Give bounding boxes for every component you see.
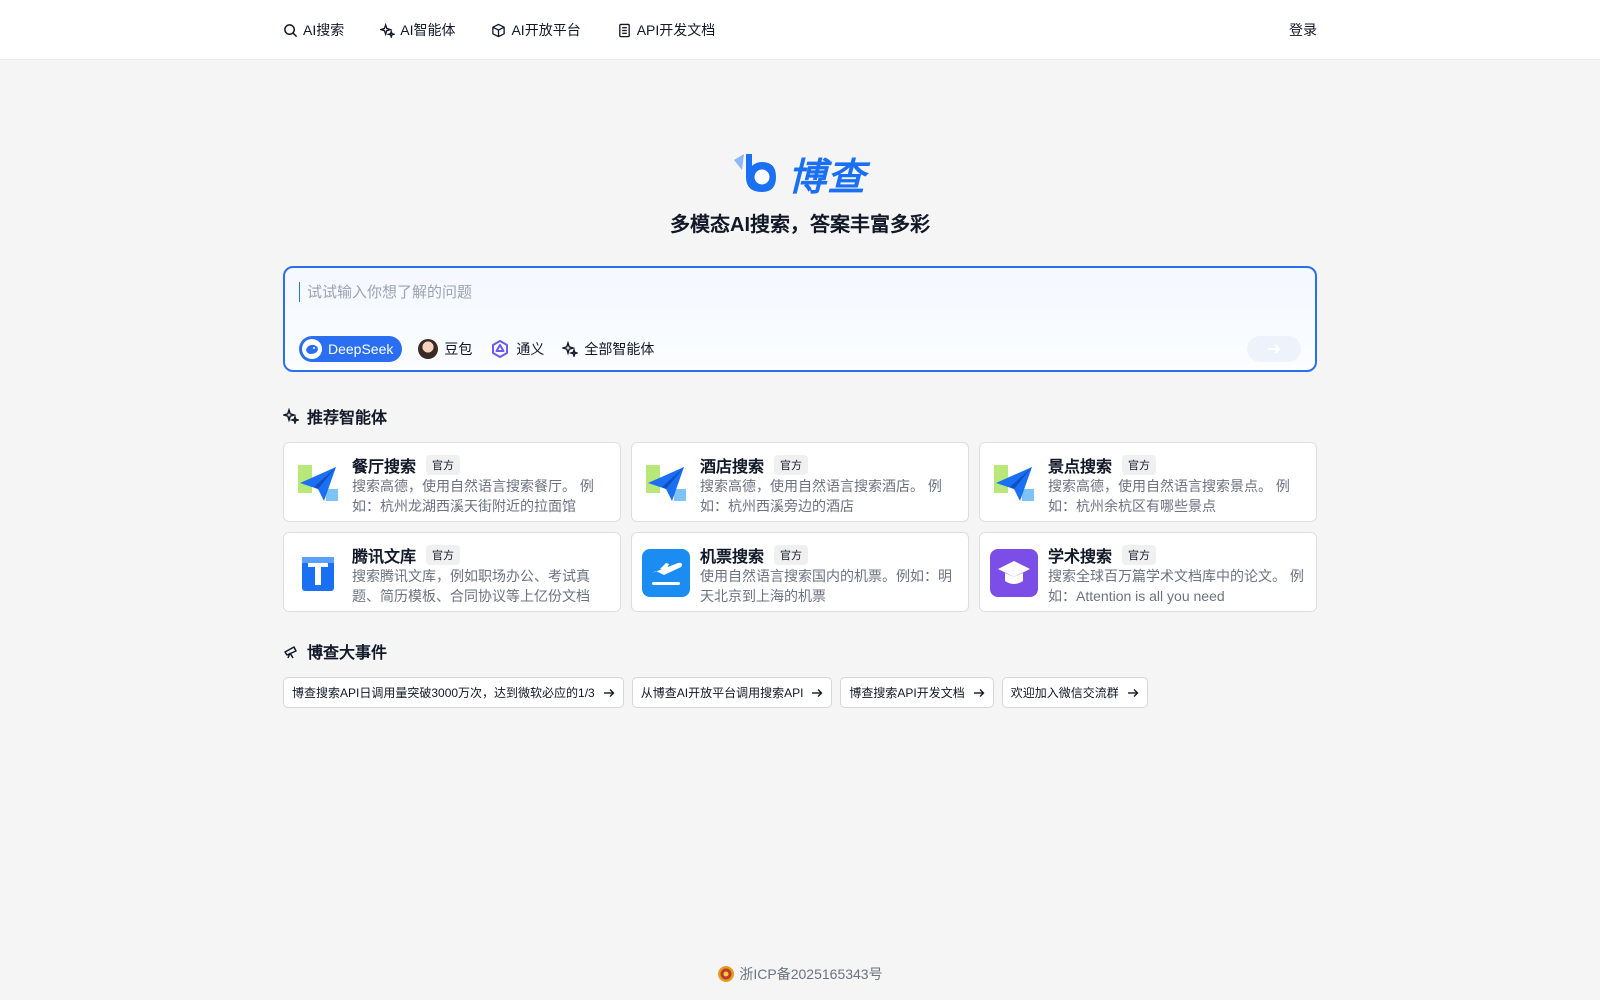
agent-card-restaurant[interactable]: 餐厅搜索 官方 搜索高德，使用自然语言搜索餐厅。 例如：杭州龙湖西溪天街附近的拉… — [283, 442, 621, 522]
brand-logo-text: 博查 — [788, 157, 867, 199]
model-all-agents-label: 全部智能体 — [584, 341, 655, 357]
agent-card-flight[interactable]: 机票搜索 官方 使用自然语言搜索国内的机票。例如：明天北京到上海的机票 — [631, 532, 969, 612]
official-badge: 官方 — [774, 545, 809, 565]
sparkles-icon — [562, 341, 579, 357]
search-icon — [284, 23, 298, 37]
arrow-right-icon — [1268, 344, 1281, 354]
model-tongyi-label: 通义 — [516, 341, 545, 357]
recommended-agents-heading: 推荐智能体 — [283, 404, 387, 428]
model-doubao[interactable]: 豆包 — [416, 336, 474, 362]
event-link[interactable]: 欢迎加入微信交流群 — [1001, 677, 1148, 708]
bocha-logo-icon — [734, 153, 776, 192]
agent-card-desc: 搜索高德，使用自然语言搜索景点。 例如：杭州余杭区有哪些景点 — [1048, 478, 1290, 514]
agent-card-title: 腾讯文库 — [352, 549, 417, 566]
paper-plane-icon — [646, 465, 686, 501]
nav-api-docs-label: API开发文档 — [636, 22, 716, 38]
sparkles-icon — [283, 408, 299, 424]
deepseek-icon — [302, 339, 322, 359]
agent-card-desc: 使用自然语言搜索国内的机票。例如：明天北京到上海的机票 — [700, 568, 952, 604]
official-badge: 官方 — [1122, 455, 1157, 475]
event-link[interactable]: 博查搜索API开发文档 — [840, 677, 994, 708]
event-link-label: 博查搜索API日调用量突破3000万次，达到微软必应的1/3 — [292, 686, 595, 700]
recommended-agents-title: 推荐智能体 — [307, 410, 388, 427]
events-heading: 博查大事件 — [283, 639, 387, 663]
model-deepseek-label: DeepSeek — [328, 341, 394, 357]
arrow-right-icon — [603, 688, 615, 697]
text-caret — [299, 282, 300, 302]
event-link-label: 从博查AI开放平台调用搜索API — [640, 686, 804, 700]
agent-card-title-row: 酒店搜索 官方 — [700, 453, 809, 477]
doubao-avatar-icon — [418, 339, 439, 359]
nav-ai-platform-label: AI开放平台 — [511, 22, 581, 38]
nav-ai-agents[interactable]: AI智能体 — [380, 20, 455, 40]
agent-card-attraction[interactable]: 景点搜索 官方 搜索高德，使用自然语言搜索景点。 例如：杭州余杭区有哪些景点 — [979, 442, 1317, 522]
graduation-cap-icon — [990, 549, 1038, 597]
agent-card-title-row: 学术搜索 官方 — [1048, 543, 1157, 567]
agent-card-tencent-docs[interactable]: 腾讯文库 官方 搜索腾讯文库，例如职场办公、考试真题、简历模板、合同协议等上亿份… — [283, 532, 621, 612]
agent-card-title: 酒店搜索 — [700, 459, 765, 476]
agent-card-title-row: 餐厅搜索 官方 — [352, 453, 461, 477]
agent-card-title: 餐厅搜索 — [352, 459, 417, 476]
model-all-agents[interactable]: 全部智能体 — [560, 336, 656, 362]
official-badge: 官方 — [774, 455, 809, 475]
nav-ai-agents-label: AI智能体 — [400, 22, 456, 38]
paper-plane-icon — [298, 465, 338, 501]
airplane-icon — [642, 549, 690, 597]
agent-card-desc: 搜索高德，使用自然语言搜索餐厅。 例如：杭州龙湖西溪天街附近的拉面馆 — [352, 478, 594, 514]
official-badge: 官方 — [1122, 545, 1157, 565]
top-navbar: AI搜索 AI智能体 AI开放平台 API开发文档 登录 — [0, 0, 1600, 60]
official-badge: 官方 — [426, 545, 461, 565]
main-nav: AI搜索 AI智能体 AI开放平台 API开发文档 — [283, 20, 715, 40]
icp-link[interactable]: 浙ICP备2025165343号 — [739, 964, 882, 984]
agent-card-desc: 搜索腾讯文库，例如职场办公、考试真题、简历模板、合同协议等上亿份文档 — [352, 568, 590, 604]
nav-ai-search-label: AI搜索 — [303, 22, 345, 38]
document-icon — [618, 23, 630, 37]
agent-card-hotel[interactable]: 酒店搜索 官方 搜索高德，使用自然语言搜索酒店。 例如：杭州西溪旁边的酒店 — [631, 442, 969, 522]
login-link[interactable]: 登录 — [1289, 20, 1317, 40]
agent-card-academic[interactable]: 学术搜索 官方 搜索全球百万篇学术文档库中的论文。 例如：Attention i… — [979, 532, 1317, 612]
agent-card-title-row: 机票搜索 官方 — [700, 543, 809, 567]
agent-card-title: 学术搜索 — [1048, 549, 1113, 566]
events-list: 博查搜索API日调用量突破3000万次，达到微软必应的1/3 从博查AI开放平台… — [283, 677, 1148, 708]
telescope-icon — [284, 646, 297, 659]
model-doubao-label: 豆包 — [444, 341, 473, 357]
agent-cards: 餐厅搜索 官方 搜索高德，使用自然语言搜索餐厅。 例如：杭州龙湖西溪天街附近的拉… — [283, 442, 1317, 612]
cube-icon — [492, 23, 506, 37]
arrow-right-icon — [1127, 688, 1139, 697]
tongyi-icon — [492, 340, 509, 358]
agent-card-title: 景点搜索 — [1048, 459, 1113, 476]
slogan: 多模态AI搜索，答案丰富多彩 — [670, 214, 930, 236]
search-box: DeepSeek 豆包 通义 全部智能体 — [283, 266, 1317, 372]
footer: 浙ICP备2025165343号 — [0, 964, 1600, 984]
sparkles-icon — [380, 22, 396, 38]
nav-api-docs[interactable]: API开发文档 — [617, 20, 716, 40]
agent-card-title: 机票搜索 — [700, 549, 765, 566]
event-link-label: 博查搜索API开发文档 — [849, 686, 965, 700]
arrow-right-icon — [812, 688, 823, 697]
search-input[interactable] — [307, 278, 1287, 306]
event-link-label: 欢迎加入微信交流群 — [1010, 686, 1119, 700]
arrow-right-icon — [973, 688, 985, 697]
agent-card-desc: 搜索全球百万篇学术文档库中的论文。 例如：Attention is all yo… — [1048, 568, 1304, 604]
send-button[interactable] — [1247, 336, 1301, 362]
police-badge-icon — [718, 966, 735, 982]
tencent-doc-icon — [302, 557, 334, 591]
event-link[interactable]: 从博查AI开放平台调用搜索API — [631, 677, 833, 708]
agent-card-title-row: 腾讯文库 官方 — [352, 543, 461, 567]
nav-ai-search[interactable]: AI搜索 — [283, 20, 344, 40]
brand-logo: 博查 — [732, 146, 866, 201]
paper-plane-icon — [994, 465, 1034, 501]
events-title: 博查大事件 — [307, 645, 388, 662]
agent-card-title-row: 景点搜索 官方 — [1048, 453, 1157, 477]
model-deepseek[interactable]: DeepSeek — [299, 336, 403, 362]
event-link[interactable]: 博查搜索API日调用量突破3000万次，达到微软必应的1/3 — [283, 677, 624, 708]
model-tongyi[interactable]: 通义 — [488, 336, 546, 362]
model-selector: DeepSeek 豆包 通义 全部智能体 — [299, 336, 656, 362]
agent-card-desc: 搜索高德，使用自然语言搜索酒店。 例如：杭州西溪旁边的酒店 — [700, 478, 942, 514]
official-badge: 官方 — [426, 455, 461, 475]
nav-ai-platform[interactable]: AI开放平台 — [491, 20, 581, 40]
